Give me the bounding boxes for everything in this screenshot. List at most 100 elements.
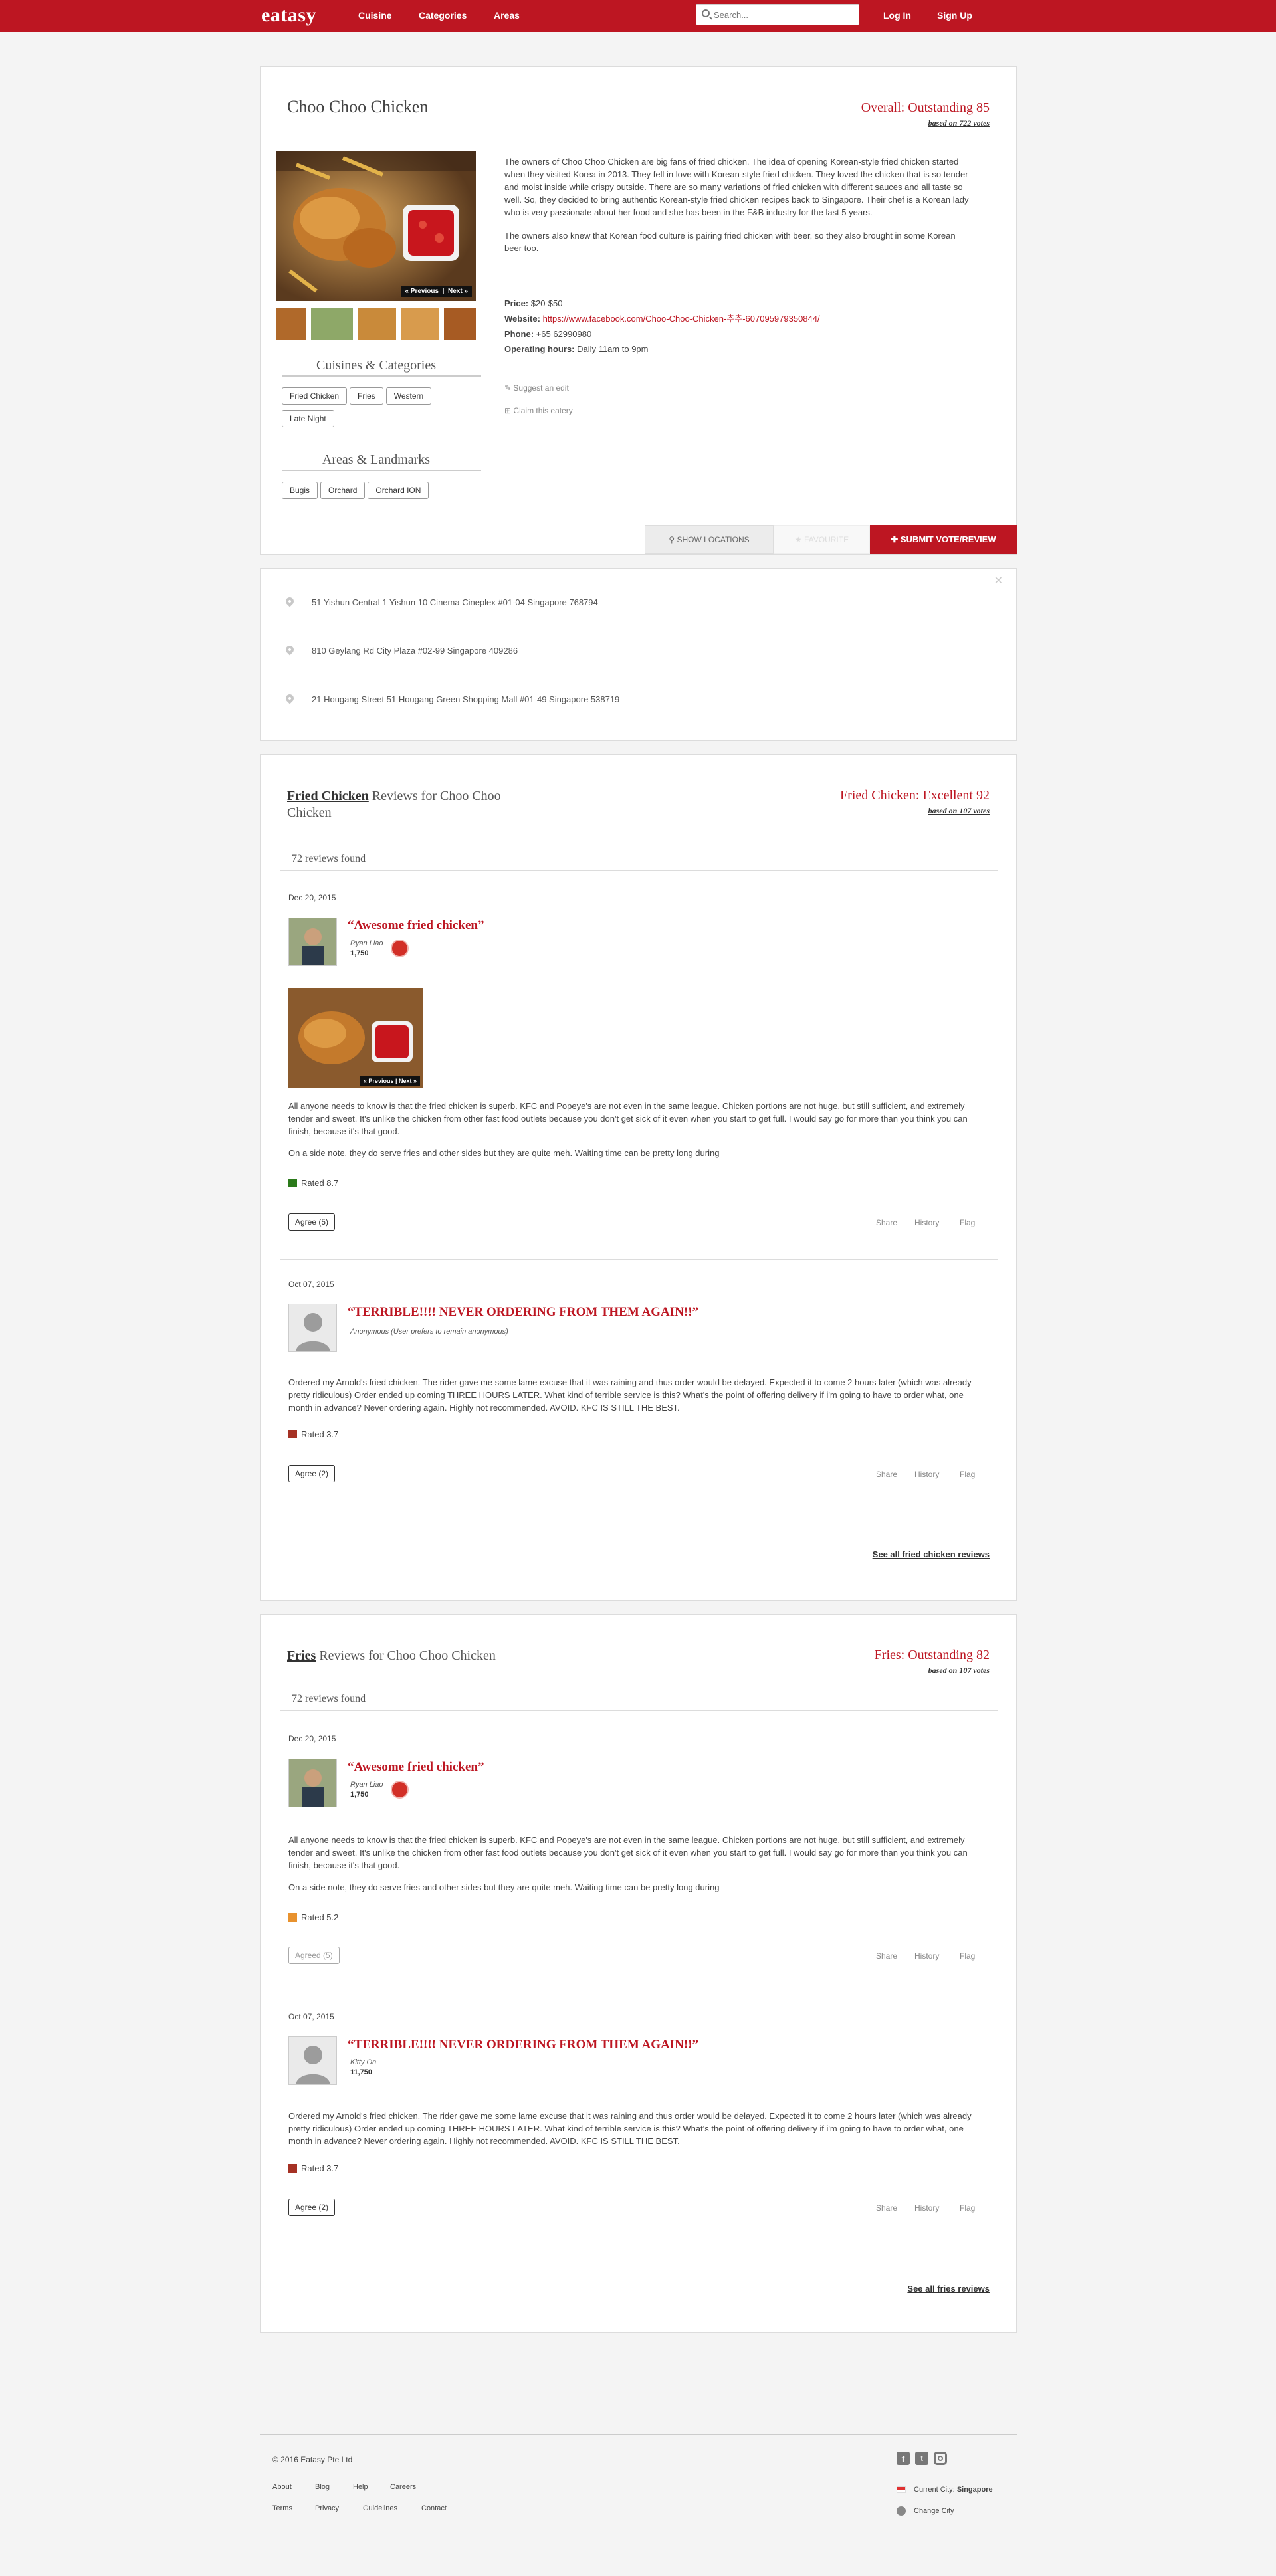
- location-address[interactable]: 51 Yishun Central 1 Yishun 10 Cinema Cin…: [312, 597, 598, 607]
- history-link[interactable]: History: [914, 1470, 939, 1479]
- singapore-flag-icon: [897, 2486, 906, 2493]
- review-body: All anyone needs to know is that the fri…: [288, 1100, 980, 1159]
- close-icon[interactable]: ✕: [994, 574, 1003, 587]
- flag-link[interactable]: Flag: [960, 2203, 975, 2213]
- footer-link-terms[interactable]: Terms: [272, 2504, 292, 2512]
- history-link[interactable]: History: [914, 1218, 939, 1227]
- share-link[interactable]: Share: [876, 1470, 897, 1479]
- area-tags: Bugis Orchard Orchard ION: [282, 482, 475, 504]
- change-city-link[interactable]: Change City: [914, 2507, 954, 2515]
- reviewer-name[interactable]: Ryan Liao: [350, 940, 383, 947]
- review-title[interactable]: “Awesome fried chicken”: [348, 1760, 484, 1775]
- review-date: Dec 20, 2015: [288, 893, 336, 902]
- thumbnail[interactable]: [311, 308, 353, 340]
- photo-next-button[interactable]: Next »: [399, 1078, 417, 1084]
- see-all-reviews-link[interactable]: See all fries reviews: [907, 2284, 990, 2294]
- share-link[interactable]: Share: [876, 1951, 897, 1961]
- tag-late-night[interactable]: Late Night: [282, 410, 334, 427]
- footer-link-help[interactable]: Help: [353, 2483, 368, 2491]
- flag-link[interactable]: Flag: [960, 1951, 975, 1961]
- footer-link-blog[interactable]: Blog: [315, 2483, 330, 2491]
- rating-text: Rated 8.7: [301, 1178, 339, 1188]
- avatar[interactable]: [288, 2036, 337, 2085]
- nav-areas[interactable]: Areas: [494, 10, 520, 21]
- tag-orchard-ion[interactable]: Orchard ION: [368, 482, 429, 499]
- hours-row: Operating hours: Daily 11am to 9pm: [504, 343, 983, 355]
- review-title[interactable]: “TERRIBLE!!!! NEVER ORDERING FROM THEM A…: [348, 2038, 698, 2052]
- tag-fried-chicken[interactable]: Fried Chicken: [282, 387, 348, 405]
- cuisines-heading: Cuisines & Categories: [316, 358, 436, 373]
- claim-eatery-link[interactable]: ⊞ Claim this eatery: [504, 406, 573, 415]
- review-paragraph: On a side note, they do serve fries and …: [288, 1148, 720, 1158]
- search-input[interactable]: [714, 7, 853, 22]
- description-paragraph: The owners of Choo Choo Chicken are big …: [504, 157, 969, 217]
- instagram-icon[interactable]: [934, 2452, 947, 2465]
- review-title[interactable]: “Awesome fried chicken”: [348, 918, 484, 933]
- facebook-icon[interactable]: f: [897, 2452, 910, 2465]
- category-link[interactable]: Fries: [287, 1648, 316, 1663]
- thumbnail[interactable]: [444, 308, 476, 340]
- nav-categories[interactable]: Categories: [419, 10, 467, 21]
- flag-link[interactable]: Flag: [960, 1470, 975, 1479]
- category-votes-link[interactable]: based on 107 votes: [840, 806, 990, 816]
- agree-button[interactable]: Agree (2): [288, 2199, 336, 2216]
- nav-cuisine[interactable]: Cuisine: [358, 10, 392, 21]
- see-all-reviews-link[interactable]: See all fried chicken reviews: [873, 1549, 990, 1559]
- review-photo[interactable]: « Previous | Next »: [288, 988, 423, 1088]
- thumbnail[interactable]: [358, 308, 396, 340]
- show-locations-button[interactable]: ⚲ SHOW LOCATIONS: [645, 525, 774, 554]
- reviewer-points: 11,750: [350, 2068, 373, 2076]
- share-link[interactable]: Share: [876, 2203, 897, 2213]
- reviewer-name[interactable]: Kitty On: [350, 2058, 376, 2066]
- thumbnail[interactable]: [276, 308, 306, 340]
- location-address[interactable]: 21 Hougang Street 51 Hougang Green Shopp…: [312, 694, 619, 704]
- avatar[interactable]: [288, 1304, 337, 1352]
- tag-fries[interactable]: Fries: [350, 387, 383, 405]
- suggest-edit-link[interactable]: ✎ Suggest an edit: [504, 383, 569, 393]
- footer-link-careers[interactable]: Careers: [390, 2483, 416, 2491]
- thumbnail[interactable]: [401, 308, 439, 340]
- history-link[interactable]: History: [914, 2203, 939, 2213]
- submit-review-button[interactable]: ✚ SUBMIT VOTE/REVIEW: [870, 525, 1017, 554]
- footer-link-contact[interactable]: Contact: [421, 2504, 447, 2512]
- footer-link-guidelines[interactable]: Guidelines: [363, 2504, 397, 2512]
- search-box[interactable]: [696, 4, 859, 25]
- reviewer-name[interactable]: Ryan Liao: [350, 1781, 383, 1789]
- share-link[interactable]: Share: [876, 1218, 897, 1227]
- signup-link[interactable]: Sign Up: [937, 10, 972, 21]
- photo-prev-button[interactable]: « Previous: [405, 288, 439, 295]
- category-link[interactable]: Fried Chicken: [287, 789, 369, 803]
- category-score-text: Fried Chicken: Excellent 92: [840, 788, 990, 803]
- category-score: Fried Chicken: Excellent 92 based on 107…: [840, 788, 990, 816]
- plus-square-icon: ⊞: [504, 406, 512, 415]
- logo[interactable]: eatasy: [261, 4, 316, 27]
- review-body: All anyone needs to know is that the fri…: [288, 1834, 980, 1894]
- photo-next-button[interactable]: Next »: [448, 288, 468, 295]
- divider: [280, 870, 998, 871]
- history-link[interactable]: History: [914, 1951, 939, 1961]
- tag-bugis[interactable]: Bugis: [282, 482, 318, 499]
- favourite-button[interactable]: ★ FAVOURITE: [774, 525, 870, 554]
- avatar[interactable]: [288, 918, 337, 966]
- review-paragraph: Ordered my Arnold's fried chicken. The r…: [288, 1377, 972, 1413]
- website-link[interactable]: https://www.facebook.com/Choo-Choo-Chick…: [543, 314, 820, 324]
- avatar[interactable]: [288, 1759, 337, 1807]
- agree-button[interactable]: Agree (2): [288, 1465, 336, 1482]
- footer-link-privacy[interactable]: Privacy: [315, 2504, 339, 2512]
- flag-link[interactable]: Flag: [960, 1218, 975, 1227]
- description-paragraph: The owners also knew that Korean food cu…: [504, 231, 956, 253]
- category-votes-link[interactable]: based on 107 votes: [875, 1666, 990, 1676]
- tag-western[interactable]: Western: [385, 387, 432, 405]
- twitter-icon[interactable]: t: [915, 2452, 928, 2465]
- agree-button[interactable]: Agree (5): [288, 1213, 336, 1231]
- overall-votes-link[interactable]: based on 722 votes: [861, 118, 990, 128]
- footer-link-about[interactable]: About: [272, 2483, 292, 2491]
- location-address[interactable]: 810 Geylang Rd City Plaza #02-99 Singapo…: [312, 646, 518, 656]
- category-score-text: Fries: Outstanding 82: [874, 1648, 990, 1662]
- photo-prev-button[interactable]: « Previous: [364, 1078, 394, 1084]
- login-link[interactable]: Log In: [883, 10, 911, 21]
- agreed-button[interactable]: Agreed (5): [288, 1947, 340, 1964]
- review-rating: Rated 8.7: [288, 1178, 338, 1188]
- review-title[interactable]: “TERRIBLE!!!! NEVER ORDERING FROM THEM A…: [348, 1305, 698, 1320]
- tag-orchard[interactable]: Orchard: [320, 482, 366, 499]
